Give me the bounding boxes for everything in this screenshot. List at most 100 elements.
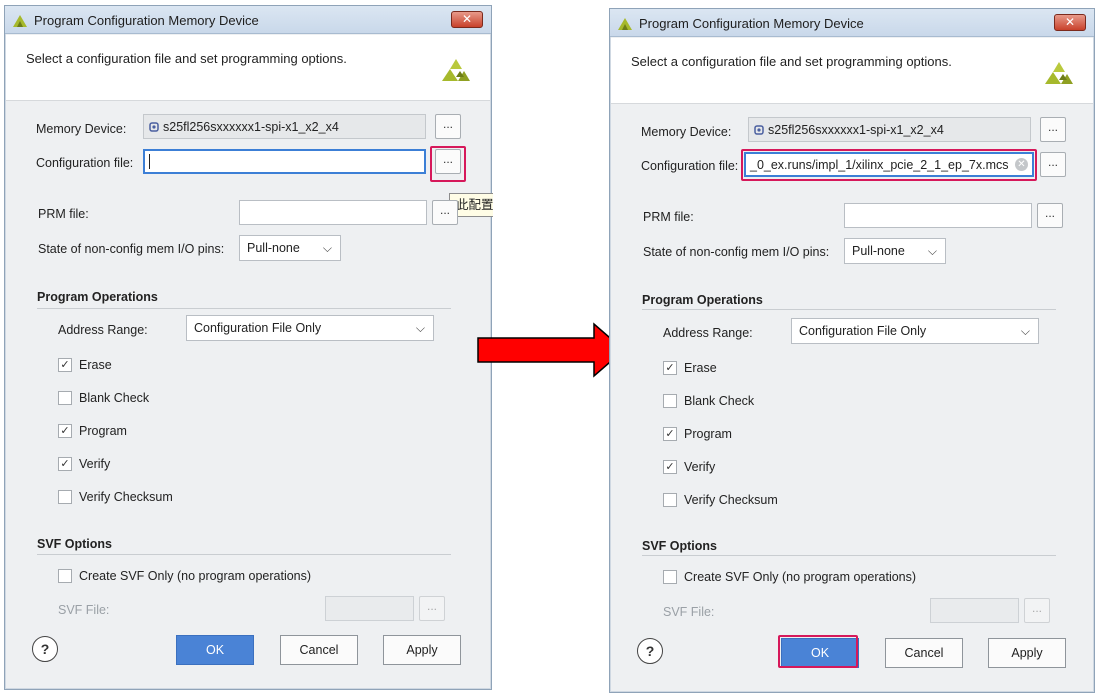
svf-file-browse-button: ...	[419, 596, 445, 621]
memory-device-field: s25fl256sxxxxxx1-spi-x1_x2_x4	[748, 117, 1031, 142]
help-button[interactable]: ?	[637, 638, 663, 664]
cancel-button[interactable]: Cancel	[280, 635, 358, 665]
memory-device-label: Memory Device:	[641, 125, 732, 139]
header-text: Select a configuration file and set prog…	[26, 51, 347, 66]
verify-label: Verify	[684, 460, 716, 474]
cancel-button[interactable]: Cancel	[885, 638, 963, 668]
configuration-file-input[interactable]	[143, 149, 426, 174]
chevron-down-icon: ⌵	[1020, 324, 1030, 338]
svf-file-input	[325, 596, 414, 621]
chevron-down-icon: ⌵	[322, 241, 332, 255]
svf-options-title: SVF Options	[37, 537, 112, 551]
erase-checkbox[interactable]: ✓	[58, 358, 72, 372]
xilinx-logo-icon	[442, 59, 470, 81]
create-svf-checkbox[interactable]	[58, 569, 72, 583]
memory-device-value: s25fl256sxxxxxx1-spi-x1_x2_x4	[163, 120, 339, 134]
header-panel: Select a configuration file and set prog…	[6, 35, 490, 101]
close-button[interactable]: ✕	[1054, 14, 1086, 31]
xilinx-logo-icon	[1045, 62, 1073, 84]
memory-device-value: s25fl256sxxxxxx1-spi-x1_x2_x4	[768, 123, 944, 137]
ok-button[interactable]: OK	[176, 635, 254, 665]
program-operations-title: Program Operations	[37, 290, 158, 304]
prm-file-input[interactable]	[239, 200, 427, 225]
svf-file-input	[930, 598, 1019, 623]
address-range-label: Address Range:	[58, 323, 148, 337]
divider	[642, 309, 1056, 310]
chip-icon	[754, 125, 764, 135]
address-range-select[interactable]: Configuration File Only ⌵	[791, 318, 1039, 344]
help-button[interactable]: ?	[32, 636, 58, 662]
memory-device-label: Memory Device:	[36, 122, 127, 136]
program-label: Program	[79, 424, 127, 438]
state-pins-label: State of non-config mem I/O pins:	[38, 242, 225, 256]
verify-checksum-checkbox[interactable]	[58, 490, 72, 504]
prm-file-browse-button[interactable]: ...	[432, 200, 458, 225]
configuration-file-label: Configuration file:	[36, 156, 134, 170]
apply-button[interactable]: Apply	[988, 638, 1066, 668]
create-svf-label: Create SVF Only (no program operations)	[684, 570, 917, 584]
program-checkbox[interactable]: ✓	[663, 427, 677, 441]
program-checkbox[interactable]: ✓	[58, 424, 72, 438]
prm-file-label: PRM file:	[38, 207, 89, 221]
address-range-select[interactable]: Configuration File Only ⌵	[186, 315, 434, 341]
chevron-down-icon: ⌵	[927, 244, 937, 258]
blank-check-label: Blank Check	[684, 394, 755, 408]
state-pins-select[interactable]: Pull-none ⌵	[844, 238, 946, 264]
highlight-config-file	[741, 149, 1037, 181]
prm-file-input[interactable]	[844, 203, 1032, 228]
title-bar: Program Configuration Memory Device ✕	[5, 6, 491, 34]
title-bar: Program Configuration Memory Device ✕	[610, 9, 1094, 37]
verify-checksum-label: Verify Checksum	[79, 490, 173, 504]
divider	[642, 555, 1056, 556]
verify-checksum-checkbox[interactable]	[663, 493, 677, 507]
verify-label: Verify	[79, 457, 111, 471]
address-range-label: Address Range:	[663, 326, 753, 340]
header-panel: Select a configuration file and set prog…	[611, 38, 1093, 104]
svf-options-title: SVF Options	[642, 539, 717, 553]
program-label: Program	[684, 427, 732, 441]
dialog-before: Program Configuration Memory Device ✕ Se…	[4, 5, 493, 690]
highlight-ok	[778, 635, 858, 668]
erase-label: Erase	[684, 361, 717, 375]
program-operations-title: Program Operations	[642, 293, 763, 307]
svf-file-browse-button: ...	[1024, 598, 1050, 623]
memory-device-browse-button[interactable]: ...	[435, 114, 461, 139]
erase-label: Erase	[79, 358, 112, 372]
prm-file-label: PRM file:	[643, 210, 694, 224]
dialog-title: Program Configuration Memory Device	[34, 13, 259, 28]
text-caret	[149, 154, 150, 169]
xilinx-logo-icon	[13, 15, 27, 27]
chevron-down-icon: ⌵	[415, 321, 425, 335]
memory-device-browse-button[interactable]: ...	[1040, 117, 1066, 142]
apply-button[interactable]: Apply	[383, 635, 461, 665]
state-pins-label: State of non-config mem I/O pins:	[643, 245, 830, 259]
verify-checkbox[interactable]: ✓	[663, 460, 677, 474]
close-button[interactable]: ✕	[451, 11, 483, 28]
create-svf-label: Create SVF Only (no program operations)	[79, 569, 312, 583]
configuration-file-browse-button[interactable]: ...	[1040, 152, 1066, 177]
verify-checkbox[interactable]: ✓	[58, 457, 72, 471]
blank-check-checkbox[interactable]	[663, 394, 677, 408]
header-text: Select a configuration file and set prog…	[631, 54, 952, 69]
verify-checksum-label: Verify Checksum	[684, 493, 778, 507]
xilinx-logo-icon	[618, 18, 632, 30]
chip-icon	[149, 122, 159, 132]
arrow-right-icon	[477, 322, 626, 378]
svf-file-label: SVF File:	[663, 605, 715, 619]
state-pins-value: Pull-none	[852, 244, 905, 258]
create-svf-checkbox[interactable]	[663, 570, 677, 584]
state-pins-select[interactable]: Pull-none ⌵	[239, 235, 341, 261]
erase-checkbox[interactable]: ✓	[663, 361, 677, 375]
svf-file-label: SVF File:	[58, 603, 110, 617]
dialog-after: Program Configuration Memory Device ✕ Se…	[609, 8, 1095, 693]
address-range-value: Configuration File Only	[799, 324, 927, 338]
divider	[37, 554, 451, 555]
memory-device-field: s25fl256sxxxxxx1-spi-x1_x2_x4	[143, 114, 426, 139]
dialog-title: Program Configuration Memory Device	[639, 16, 864, 31]
divider	[37, 308, 451, 309]
blank-check-checkbox[interactable]	[58, 391, 72, 405]
address-range-value: Configuration File Only	[194, 321, 322, 335]
state-pins-value: Pull-none	[247, 241, 300, 255]
blank-check-label: Blank Check	[79, 391, 150, 405]
prm-file-browse-button[interactable]: ...	[1037, 203, 1063, 228]
